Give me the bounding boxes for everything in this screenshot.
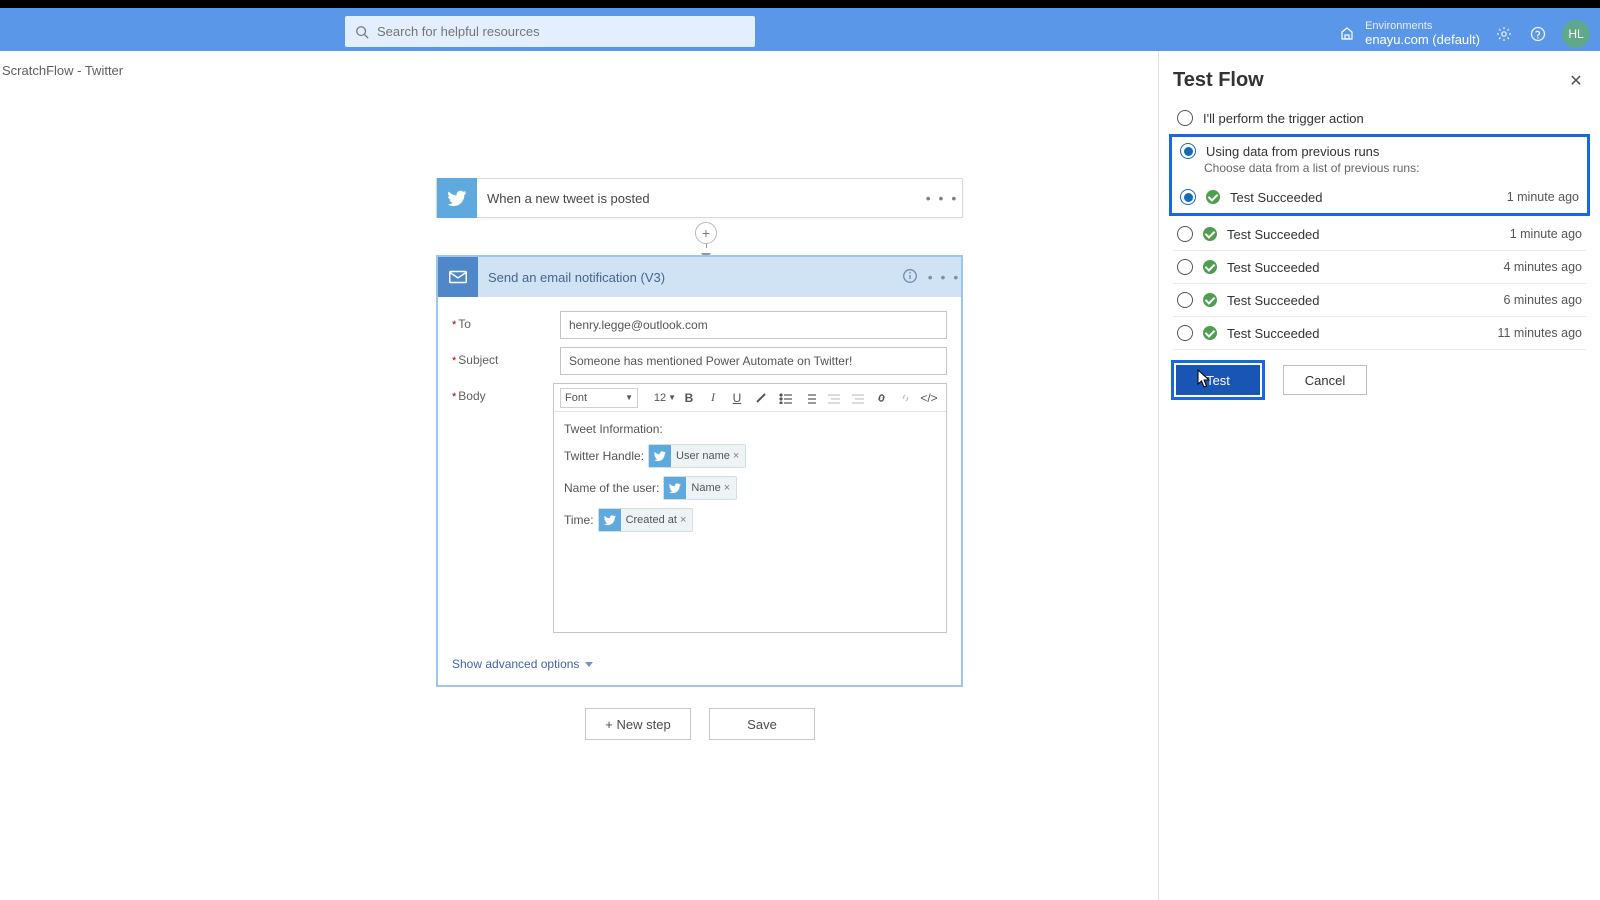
show-advanced-link[interactable]: Show advanced options xyxy=(438,645,961,685)
font-dropdown[interactable]: Font▼ xyxy=(560,388,638,408)
success-icon xyxy=(1203,227,1217,241)
save-button[interactable]: Save xyxy=(709,708,815,740)
run-item[interactable]: Test Succeeded 4 minutes ago xyxy=(1173,251,1586,284)
run-list: Test Succeeded1 minute agoTest Succeeded… xyxy=(1173,218,1586,350)
test-flow-panel: Test Flow ✕ I'll perform the trigger act… xyxy=(1158,51,1600,900)
dynamic-token[interactable]: Name× xyxy=(663,476,737,500)
highlight-test-button: Test xyxy=(1171,360,1265,400)
connector: + xyxy=(695,220,717,260)
radio-manual[interactable] xyxy=(1177,110,1193,126)
search-box[interactable] xyxy=(345,16,755,47)
environment-picker[interactable]: Environments enayu.com (default) xyxy=(1339,20,1480,47)
environment-label: Environments xyxy=(1365,20,1480,32)
success-icon xyxy=(1206,190,1220,204)
run-radio[interactable] xyxy=(1177,325,1193,341)
italic-button[interactable]: I xyxy=(702,387,724,409)
highlight-previous-runs: Using data from previous runs Choose dat… xyxy=(1169,134,1590,216)
radio-previous[interactable] xyxy=(1180,143,1196,159)
add-step-button[interactable]: + xyxy=(695,222,717,244)
remove-token-icon[interactable]: × xyxy=(722,482,732,494)
run-item[interactable]: Test Succeeded 1 minute ago xyxy=(1176,181,1583,209)
run-time: 1 minute ago xyxy=(1510,227,1582,241)
option-manual[interactable]: I'll perform the trigger action xyxy=(1173,104,1586,132)
action-title: Send an email notification (V3) xyxy=(478,270,893,285)
subject-label: Subject xyxy=(452,347,560,375)
action-card: Send an email notification (V3) • • • To… xyxy=(436,255,963,687)
twitter-icon xyxy=(649,445,671,467)
user-avatar[interactable]: HL xyxy=(1562,20,1590,48)
option-previous[interactable]: Using data from previous runs xyxy=(1176,141,1583,161)
dynamic-token[interactable]: User name× xyxy=(648,444,746,468)
run-item[interactable]: Test Succeeded 6 minutes ago xyxy=(1173,284,1586,317)
run-radio[interactable] xyxy=(1177,226,1193,242)
run-name: Test Succeeded xyxy=(1227,293,1493,308)
settings-icon[interactable] xyxy=(1494,24,1514,44)
underline-button[interactable]: U xyxy=(726,387,748,409)
code-view-button[interactable]: </> xyxy=(918,387,940,409)
twitter-icon xyxy=(599,509,621,531)
action-menu-icon[interactable]: • • • xyxy=(927,269,961,285)
subject-input[interactable] xyxy=(560,347,947,375)
top-bar: Environments enayu.com (default) HL xyxy=(0,0,1600,51)
run-time: 4 minutes ago xyxy=(1503,260,1582,274)
action-header[interactable]: Send an email notification (V3) • • • xyxy=(438,257,961,297)
body-editor[interactable]: Font▼ 12▼ B I U </> xyxy=(553,383,947,633)
to-label: To xyxy=(452,311,560,339)
success-icon xyxy=(1203,326,1217,340)
number-list-button[interactable] xyxy=(798,387,820,409)
bold-button[interactable]: B xyxy=(678,387,700,409)
run-item[interactable]: Test Succeeded 1 minute ago xyxy=(1173,218,1586,251)
link-button[interactable] xyxy=(870,387,892,409)
test-button[interactable]: Test xyxy=(1176,365,1260,395)
color-button[interactable] xyxy=(750,387,772,409)
option-previous-sub: Choose data from a list of previous runs… xyxy=(1176,161,1583,181)
run-time: 11 minutes ago xyxy=(1497,326,1582,340)
trigger-menu-icon[interactable]: • • • xyxy=(922,190,962,206)
remove-token-icon[interactable]: × xyxy=(731,450,741,462)
run-name: Test Succeeded xyxy=(1227,260,1493,275)
info-icon[interactable] xyxy=(893,268,927,287)
search-input[interactable] xyxy=(377,24,745,39)
run-radio[interactable] xyxy=(1177,259,1193,275)
dynamic-token[interactable]: Created at× xyxy=(598,508,694,532)
run-time: 1 minute ago xyxy=(1507,190,1579,204)
chevron-down-icon xyxy=(585,662,593,667)
mail-icon xyxy=(438,257,478,297)
outdent-button[interactable] xyxy=(822,387,844,409)
help-icon[interactable] xyxy=(1528,24,1548,44)
run-item[interactable]: Test Succeeded 11 minutes ago xyxy=(1173,317,1586,350)
panel-title: Test Flow xyxy=(1173,69,1264,92)
new-step-button[interactable]: + New step xyxy=(585,708,691,740)
run-time: 6 minutes ago xyxy=(1503,293,1582,307)
run-name: Test Succeeded xyxy=(1227,326,1487,341)
run-name: Test Succeeded xyxy=(1227,227,1500,242)
bullet-list-button[interactable] xyxy=(774,387,796,409)
run-name: Test Succeeded xyxy=(1230,190,1497,205)
editor-toolbar: Font▼ 12▼ B I U </> xyxy=(554,384,946,412)
twitter-icon xyxy=(664,477,686,499)
environment-icon xyxy=(1339,26,1355,42)
body-intro: Tweet Information: xyxy=(564,422,663,436)
twitter-icon xyxy=(437,178,477,218)
trigger-title: When a new tweet is posted xyxy=(477,191,922,206)
close-icon[interactable]: ✕ xyxy=(1566,71,1586,91)
environment-value: enayu.com (default) xyxy=(1365,32,1480,47)
search-icon xyxy=(355,25,369,39)
run-radio[interactable] xyxy=(1180,189,1196,205)
success-icon xyxy=(1203,293,1217,307)
body-label: Body xyxy=(452,383,553,633)
run-radio[interactable] xyxy=(1177,292,1193,308)
trigger-card[interactable]: When a new tweet is posted • • • xyxy=(436,178,963,218)
indent-button[interactable] xyxy=(846,387,868,409)
to-input[interactable] xyxy=(560,311,947,339)
unlink-button[interactable] xyxy=(894,387,916,409)
editor-body[interactable]: Tweet Information: Twitter Handle: User … xyxy=(554,412,946,632)
font-size-dropdown[interactable]: 12▼ xyxy=(644,392,676,404)
cancel-button[interactable]: Cancel xyxy=(1283,365,1367,395)
success-icon xyxy=(1203,260,1217,274)
remove-token-icon[interactable]: × xyxy=(678,514,688,526)
